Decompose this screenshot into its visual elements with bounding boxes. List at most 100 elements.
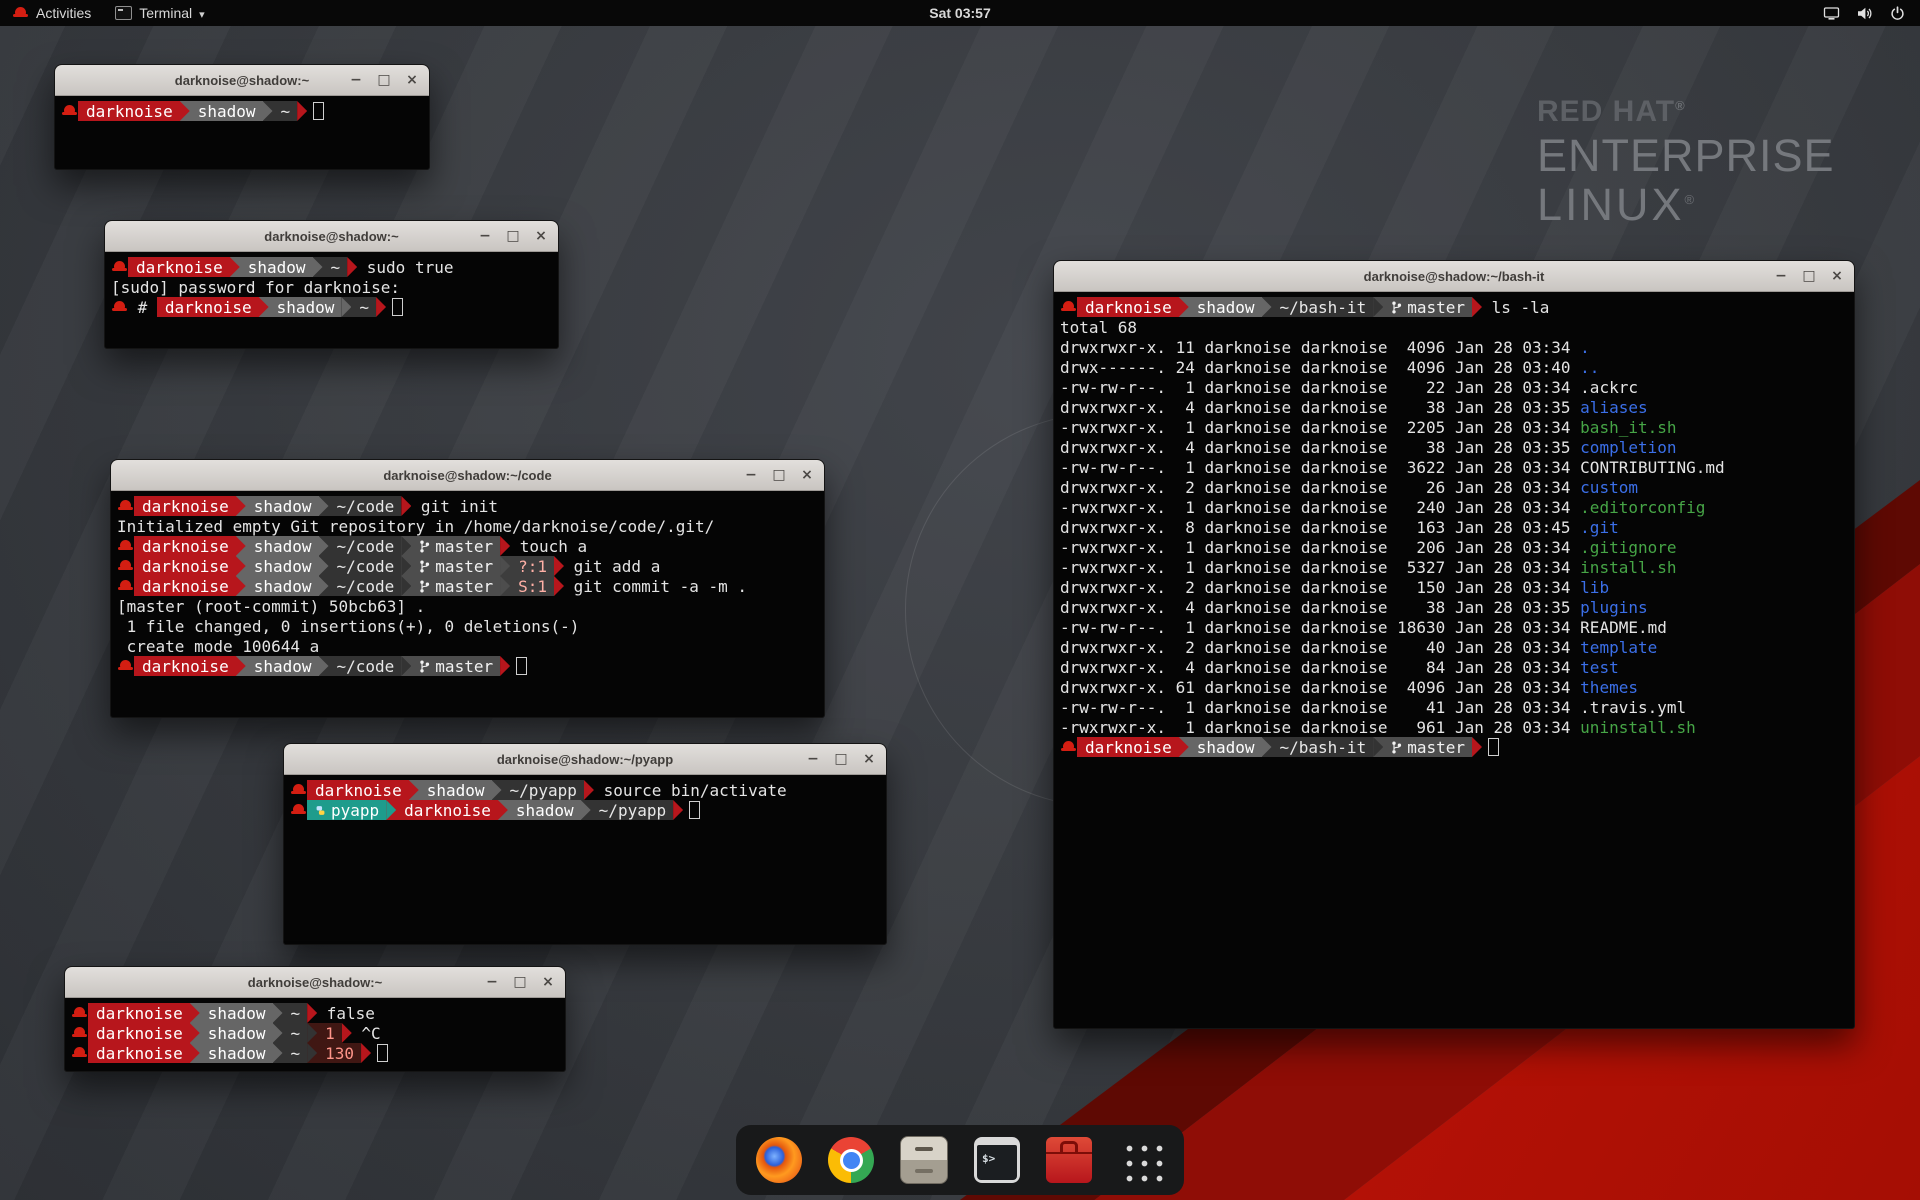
terminal-text: install.sh: [1580, 558, 1676, 577]
powerline-separator-icon: [401, 536, 411, 556]
topbar-status-icons[interactable]: [1823, 0, 1920, 26]
dock-files-icon[interactable]: [900, 1136, 948, 1184]
segment-label: darknoise: [96, 1024, 183, 1043]
terminal-content[interactable]: darknoiseshadow~/code git initInitialize…: [111, 491, 824, 680]
segment-label: shadow: [208, 1004, 266, 1023]
prompt-segment-user: darknoise: [134, 576, 236, 596]
clock[interactable]: Sat 03:57: [929, 0, 990, 26]
maximize-button[interactable]: □: [771, 466, 787, 484]
dock-terminal-icon[interactable]: [974, 1137, 1020, 1183]
terminal-line: pyappdarknoiseshadow~/pyapp: [290, 800, 882, 820]
minimize-button[interactable]: −: [805, 750, 821, 768]
window-title: darknoise@shadow:~/code: [383, 468, 551, 483]
powerline-separator-icon: [236, 556, 246, 576]
terminal-content[interactable]: darknoiseshadow~ falsedarknoiseshadow~1 …: [65, 998, 565, 1067]
terminal-text: drwx------. 24 darknoise darknoise 4096 …: [1060, 358, 1580, 377]
redhat-prompt-icon: [71, 1045, 88, 1061]
terminal-window-home-sudo[interactable]: darknoise@shadow:~−□×darknoiseshadow~ su…: [104, 220, 559, 349]
terminal-line: drwx------. 24 darknoise darknoise 4096 …: [1060, 357, 1850, 377]
maximize-button[interactable]: □: [512, 973, 528, 991]
terminal-text: -rwxrwxr-x. 1 darknoise darknoise 240 Ja…: [1060, 498, 1580, 517]
segment-label: shadow: [208, 1044, 266, 1063]
terminal-line: drwxrwxr-x. 2 darknoise darknoise 150 Ja…: [1060, 577, 1850, 597]
powerline-separator-icon: [180, 101, 190, 121]
terminal-content[interactable]: darknoiseshadow~ sudo true[sudo] passwor…: [105, 252, 558, 321]
terminal-window-home-exitcodes[interactable]: darknoise@shadow:~−□×darknoiseshadow~ fa…: [64, 966, 566, 1072]
window-titlebar[interactable]: darknoise@shadow:~−□×: [105, 221, 558, 252]
terminal-line: drwxrwxr-x. 4 darknoise darknoise 38 Jan…: [1060, 397, 1850, 417]
maximize-button[interactable]: □: [1801, 267, 1817, 285]
branch-icon: [419, 559, 430, 574]
window-titlebar[interactable]: darknoise@shadow:~/pyapp −□ ×: [284, 744, 886, 775]
terminal-cursor: [1488, 738, 1499, 756]
terminal-text: custom: [1580, 478, 1638, 497]
terminal-text: drwxrwxr-x. 11 darknoise darknoise 4096 …: [1060, 338, 1580, 357]
window-titlebar[interactable]: darknoise@shadow:~−□×: [55, 65, 429, 96]
window-titlebar[interactable]: darknoise@shadow:~−□×: [65, 967, 565, 998]
branch-icon: [419, 579, 430, 594]
segment-label: master: [435, 557, 493, 576]
display-icon[interactable]: [1823, 5, 1840, 22]
segment-label: ~/code: [337, 497, 395, 516]
window-title: darknoise@shadow:~/pyapp: [497, 752, 673, 767]
minimize-button[interactable]: −: [348, 71, 364, 89]
terminal-text: drwxrwxr-x. 2 darknoise darknoise 26 Jan…: [1060, 478, 1580, 497]
prompt-segment-user: darknoise: [134, 536, 236, 556]
maximize-button[interactable]: □: [833, 750, 849, 768]
terminal-content[interactable]: darknoiseshadow~: [55, 96, 429, 125]
terminal-text: template: [1580, 638, 1657, 657]
powerline-separator-icon: [1179, 297, 1189, 317]
terminal-text: -rwxrwxr-x. 1 darknoise darknoise 961 Ja…: [1060, 718, 1580, 737]
power-icon[interactable]: [1889, 5, 1906, 22]
redhat-prompt-icon: [71, 1025, 88, 1041]
terminal-line: [master (root-commit) 50bcb63] .: [117, 596, 820, 616]
maximize-button[interactable]: □: [376, 71, 392, 89]
terminal-line: drwxrwxr-x. 2 darknoise darknoise 26 Jan…: [1060, 477, 1850, 497]
window-controls: −□ ×: [348, 65, 420, 95]
segment-label: shadow: [516, 801, 574, 820]
redhat-prompt-icon: [71, 1005, 88, 1021]
close-button[interactable]: ×: [404, 71, 420, 89]
dock-firefox-icon[interactable]: [756, 1137, 802, 1183]
terminal-content[interactable]: darknoiseshadow~/bash-itmaster ls -latot…: [1054, 292, 1854, 761]
dock-chrome-icon[interactable]: [828, 1137, 874, 1183]
terminal-text: .: [1580, 338, 1590, 357]
redhat-prompt-icon: [1060, 299, 1077, 315]
minimize-button[interactable]: −: [743, 466, 759, 484]
terminal-window-code[interactable]: darknoise@shadow:~/code −□ × darknoiseshado…: [110, 459, 825, 718]
powerline-separator-icon: [361, 1043, 371, 1063]
terminal-window-bash-it[interactable]: darknoise@shadow:~/bash-it−□×darknoisesh…: [1053, 260, 1855, 1029]
window-titlebar[interactable]: darknoise@shadow:~/bash-it−□×: [1054, 261, 1854, 292]
python-icon: [315, 803, 326, 818]
prompt-segment-path: ~/code: [329, 496, 402, 516]
close-button[interactable]: ×: [1829, 267, 1845, 285]
close-button[interactable]: ×: [540, 973, 556, 991]
minimize-button[interactable]: −: [1773, 267, 1789, 285]
terminal-window-pyapp[interactable]: darknoise@shadow:~/pyapp −□ × darknoiseshad…: [283, 743, 887, 945]
segment-label: 130: [325, 1044, 354, 1063]
chevron-down-icon: [199, 5, 205, 21]
app-menu[interactable]: Terminal: [103, 0, 216, 26]
volume-icon[interactable]: [1856, 5, 1873, 22]
prompt-segment-host: shadow: [419, 780, 492, 800]
terminal-text: .gitignore: [1580, 538, 1676, 557]
segment-label: shadow: [1197, 298, 1255, 317]
prompt-segment-branch: master: [411, 656, 500, 676]
terminal-line: darknoiseshadow~130: [71, 1043, 561, 1063]
close-button[interactable]: ×: [533, 227, 549, 245]
close-button[interactable]: ×: [861, 750, 877, 768]
dock-app-grid-icon[interactable]: [1118, 1137, 1164, 1183]
activities-button[interactable]: Activities: [0, 0, 103, 26]
maximize-button[interactable]: □: [505, 227, 521, 245]
segment-label: ~/code: [337, 557, 395, 576]
minimize-button[interactable]: −: [484, 973, 500, 991]
window-titlebar[interactable]: darknoise@shadow:~/code −□ ×: [111, 460, 824, 491]
prompt-segment-host: shadow: [1189, 297, 1262, 317]
prompt-segment-user: darknoise: [134, 556, 236, 576]
prompt-segment-host: shadow: [1189, 737, 1262, 757]
minimize-button[interactable]: −: [477, 227, 493, 245]
close-button[interactable]: ×: [799, 466, 815, 484]
dock-toolbox-icon[interactable]: [1046, 1137, 1092, 1183]
terminal-content[interactable]: darknoiseshadow~/pyapp source bin/activa…: [284, 775, 886, 824]
terminal-window-home-1[interactable]: darknoise@shadow:~−□×darknoiseshadow~: [54, 64, 430, 170]
